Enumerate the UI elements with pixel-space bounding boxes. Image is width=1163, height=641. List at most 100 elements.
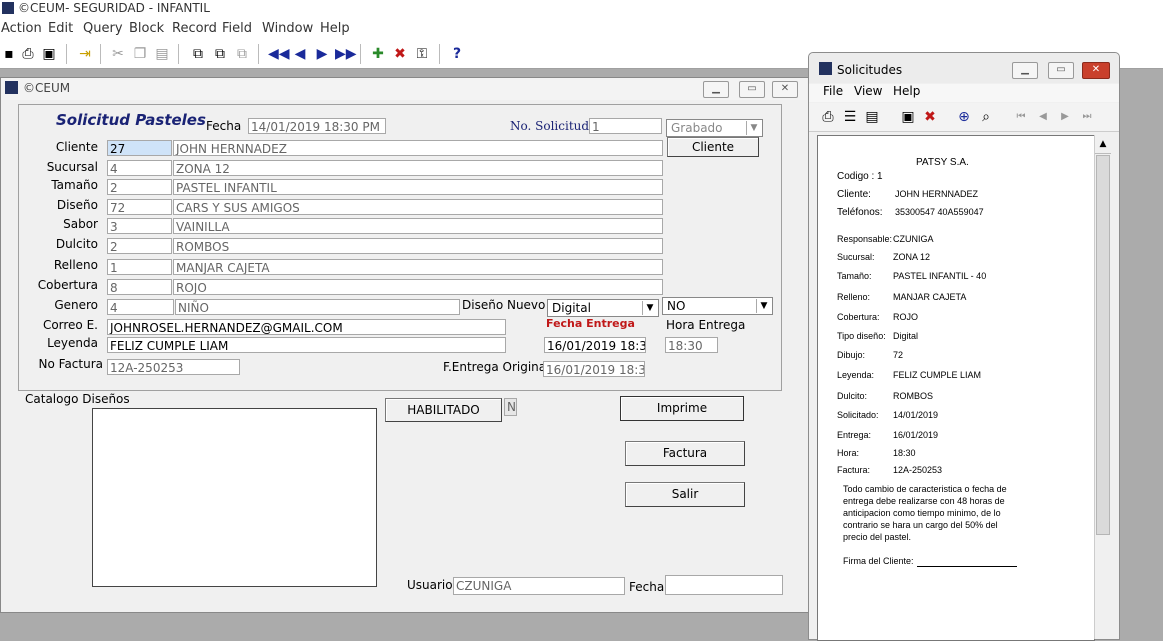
minimize-button[interactable]: ▁ bbox=[703, 81, 729, 98]
report-key: Responsable: bbox=[837, 234, 893, 244]
form-heading: Solicitud Pasteles bbox=[56, 111, 206, 129]
print-setup-icon[interactable]: ☰ bbox=[841, 108, 859, 126]
no-solicitud-field[interactable]: 1 bbox=[589, 118, 662, 134]
paste-icon[interactable]: ▤ bbox=[153, 45, 171, 63]
chevron-down-icon: ▼ bbox=[642, 301, 657, 315]
usuario-field[interactable]: CZUNIGA bbox=[453, 577, 625, 595]
search-icon[interactable]: ⌕ bbox=[977, 108, 995, 126]
report-minimize-button[interactable]: ▁ bbox=[1012, 62, 1038, 79]
report-value: CZUNIGA bbox=[893, 234, 934, 244]
dulcito-code-field[interactable]: 2 bbox=[107, 238, 172, 254]
diseno-code-field[interactable]: 72 bbox=[107, 199, 172, 215]
menu-field[interactable]: Field bbox=[222, 21, 252, 36]
menu-help[interactable]: Help bbox=[320, 21, 350, 36]
catalogo-image-box[interactable] bbox=[92, 408, 377, 587]
maximize-button[interactable]: ▭ bbox=[739, 81, 765, 98]
insert-record-icon[interactable]: ✚ bbox=[369, 45, 387, 63]
fecha-field[interactable]: 14/01/2019 18:30 PM bbox=[248, 118, 386, 134]
report-key: Teléfonos: bbox=[837, 207, 883, 218]
factura-button[interactable]: Factura bbox=[625, 441, 745, 466]
cliente-code-field[interactable]: 27 bbox=[107, 140, 172, 156]
help-icon[interactable]: ? bbox=[448, 45, 466, 63]
sucursal-name-field[interactable]: ZONA 12 bbox=[173, 160, 663, 176]
report-menu-help[interactable]: Help bbox=[893, 84, 920, 98]
menu-query[interactable]: Query bbox=[83, 21, 123, 36]
next-page-icon[interactable]: ▶ bbox=[1056, 108, 1074, 126]
diseno-nuevo-label: Diseño Nuevo bbox=[462, 298, 546, 312]
genero-name-field[interactable]: NIÑO bbox=[175, 299, 460, 315]
habilitado-field[interactable]: N bbox=[504, 398, 517, 416]
cobertura-label: Cobertura bbox=[37, 278, 98, 292]
menu-record[interactable]: Record bbox=[172, 21, 217, 36]
imprime-button[interactable]: Imprime bbox=[620, 396, 744, 421]
relleno-name-field[interactable]: MANJAR CAJETA bbox=[173, 259, 663, 275]
leyenda-field[interactable]: FELIZ CUMPLE LIAM bbox=[107, 337, 506, 353]
menu-window[interactable]: Window bbox=[262, 21, 313, 36]
report-scrollbar[interactable]: ▲ bbox=[1094, 135, 1112, 639]
sabor-code-field[interactable]: 3 bbox=[107, 218, 172, 234]
salir-button[interactable]: Salir bbox=[625, 482, 745, 507]
menu-edit[interactable]: Edit bbox=[48, 21, 73, 36]
export-icon[interactable]: ▤ bbox=[863, 108, 881, 126]
diseno-nuevo-dropdown[interactable]: NO ▼ bbox=[662, 297, 773, 315]
cliente-button[interactable]: Cliente bbox=[667, 137, 759, 157]
zoom-in-icon[interactable]: ⊕ bbox=[955, 108, 973, 126]
scroll-thumb[interactable] bbox=[1096, 155, 1110, 535]
execute-query-icon[interactable]: ⧉ bbox=[211, 45, 229, 63]
dulcito-label: Dulcito bbox=[55, 237, 98, 251]
exit-icon[interactable]: ⇥ bbox=[76, 45, 94, 63]
report-close-button[interactable]: ✕ bbox=[1082, 62, 1110, 79]
report-menu-file[interactable]: File bbox=[823, 84, 843, 98]
first-record-icon[interactable]: ◀◀ bbox=[268, 45, 290, 63]
menu-block[interactable]: Block bbox=[129, 21, 164, 36]
tamano-code-field[interactable]: 2 bbox=[107, 179, 172, 195]
previous-page-icon[interactable]: ◀ bbox=[1034, 108, 1052, 126]
report-value: FELIZ CUMPLE LIAM bbox=[893, 370, 982, 380]
fecha2-field[interactable] bbox=[665, 575, 783, 595]
save-icon[interactable]: ▪ bbox=[0, 45, 18, 63]
last-page-icon[interactable]: ⏭ bbox=[1078, 108, 1096, 126]
close-report-icon[interactable]: ✖ bbox=[921, 108, 939, 126]
report-maximize-button[interactable]: ▭ bbox=[1048, 62, 1074, 79]
report-firma: Firma del Cliente: bbox=[843, 556, 914, 566]
close-button[interactable]: ✕ bbox=[772, 81, 798, 98]
scroll-up-arrow-icon[interactable]: ▲ bbox=[1095, 135, 1111, 154]
report-company: PATSY S.A. bbox=[916, 157, 969, 168]
delete-record-icon[interactable]: ✖ bbox=[391, 45, 409, 63]
previous-record-icon[interactable]: ◀ bbox=[291, 45, 309, 63]
lock-record-icon[interactable]: ⚿ bbox=[413, 45, 431, 63]
menu-action[interactable]: Action bbox=[1, 21, 42, 36]
hora-entrega-field[interactable]: 18:30 bbox=[665, 337, 718, 353]
print-icon[interactable]: ⎙ bbox=[19, 45, 37, 63]
diseno-tipo-dropdown[interactable]: Digital ▼ bbox=[547, 299, 659, 317]
first-page-icon[interactable]: ⏮ bbox=[1012, 108, 1030, 126]
no-factura-field[interactable]: 12A-250253 bbox=[107, 359, 240, 375]
relleno-code-field[interactable]: 1 bbox=[107, 259, 172, 275]
sabor-name-field[interactable]: VAINILLA bbox=[173, 218, 663, 234]
last-record-icon[interactable]: ▶▶ bbox=[335, 45, 357, 63]
genero-code-field[interactable]: 4 bbox=[107, 299, 174, 315]
print-preview-icon[interactable]: ▣ bbox=[40, 45, 58, 63]
cobertura-code-field[interactable]: 8 bbox=[107, 279, 172, 295]
f-entrega-original-field[interactable]: 16/01/2019 18:30 bbox=[543, 361, 645, 377]
cobertura-name-field[interactable]: ROJO bbox=[173, 279, 663, 295]
copy-icon[interactable]: ❐ bbox=[131, 45, 149, 63]
status-dropdown[interactable]: Grabado ▼ bbox=[666, 119, 763, 137]
report-menu-view[interactable]: View bbox=[854, 84, 882, 98]
diseno-name-field[interactable]: CARS Y SUS AMIGOS bbox=[173, 199, 663, 215]
correo-field[interactable]: JOHNROSEL.HERNANDEZ@GMAIL.COM bbox=[107, 319, 506, 335]
group-tree-icon[interactable]: ▣ bbox=[899, 108, 917, 126]
cut-icon[interactable]: ✂ bbox=[109, 45, 127, 63]
report-key: Dulcito: bbox=[837, 391, 868, 401]
sucursal-code-field[interactable]: 4 bbox=[107, 160, 172, 176]
tamano-name-field[interactable]: PASTEL INFANTIL bbox=[173, 179, 663, 195]
fecha-entrega-field[interactable]: 16/01/2019 18:30 bbox=[544, 337, 646, 353]
next-record-icon[interactable]: ▶ bbox=[313, 45, 331, 63]
print-icon[interactable]: ⎙ bbox=[819, 108, 837, 126]
dulcito-name-field[interactable]: ROMBOS bbox=[173, 238, 663, 254]
query-icon[interactable]: ⧉ bbox=[189, 45, 207, 63]
report-window-icon bbox=[819, 62, 832, 75]
habilitado-button[interactable]: HABILITADO bbox=[385, 398, 502, 422]
cancel-query-icon[interactable]: ⧉ bbox=[233, 45, 251, 63]
cliente-name-field[interactable]: JOHN HERNNADEZ bbox=[173, 140, 663, 156]
